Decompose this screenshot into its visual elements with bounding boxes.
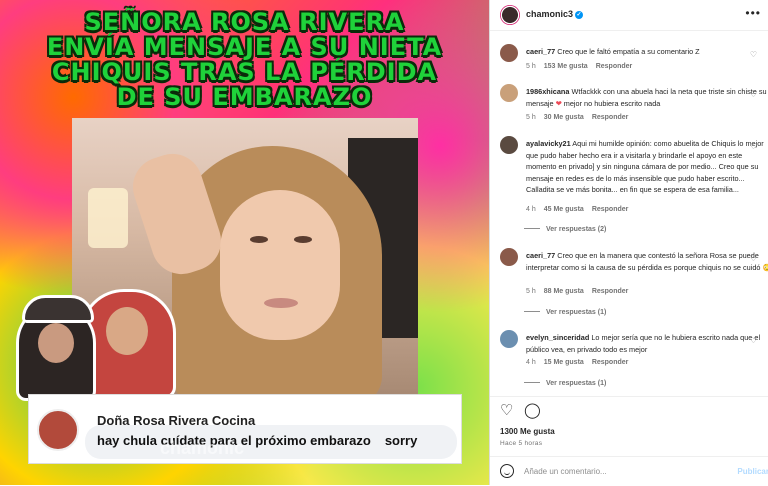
comment-time: 5 h	[526, 114, 536, 121]
avatar[interactable]	[500, 136, 518, 154]
comment-text: hay chula cuídate para el próximo embara…	[97, 433, 417, 448]
comment-time: 5 h	[526, 288, 536, 295]
more-options-icon[interactable]: •••	[745, 6, 761, 20]
reply-button[interactable]: Responder	[592, 288, 629, 295]
comment-meta: 4 h 45 Me gusta Responder	[526, 206, 636, 213]
post-comment-button[interactable]: Publicar	[737, 467, 768, 476]
comment-likes[interactable]: 45 Me gusta	[544, 206, 584, 213]
add-comment-bar: Añade un comentario... Publicar	[490, 456, 768, 486]
comment-username[interactable]: ayalavicky21	[526, 139, 571, 148]
like-comment-heart-icon[interactable]: ♡	[749, 142, 758, 151]
comment-text: mejor no hubiera escrito nada	[563, 98, 661, 108]
view-replies-button[interactable]: Ver respuestas (1)	[546, 380, 606, 387]
view-replies-button[interactable]: Ver respuestas (1)	[546, 309, 606, 316]
commenter-name: Doña Rosa Rivera Cocina	[97, 413, 256, 428]
watermark: chamonic	[160, 438, 245, 458]
comment-username[interactable]: caeri_77	[526, 47, 555, 56]
avatar[interactable]	[500, 84, 518, 102]
comment-icon[interactable]: ◯	[524, 403, 541, 419]
emoji-icon[interactable]	[500, 464, 514, 478]
avatar[interactable]	[500, 248, 518, 266]
quoted-comment-card: Doña Rosa Rivera Cocina hay chula cuídat…	[28, 394, 462, 464]
face-shape	[38, 323, 74, 363]
comment-likes[interactable]: 15 Me gusta	[544, 359, 584, 366]
avatar	[37, 409, 79, 451]
avatar[interactable]	[500, 330, 518, 348]
reply-button[interactable]: Responder	[596, 63, 633, 70]
comment-text: Creo que en la manera que contestó la se…	[526, 251, 768, 272]
view-replies-button[interactable]: Ver respuestas (2)	[546, 226, 606, 233]
comment-username[interactable]: evelyn_sinceridad	[526, 333, 589, 342]
face-shape	[106, 307, 148, 355]
red-heart-emoji: ❤	[555, 98, 562, 108]
hat-shape	[22, 295, 94, 323]
comment-input[interactable]: Añade un comentario...	[524, 467, 607, 476]
mouth-shape	[264, 298, 298, 308]
grandmother-sticker	[10, 285, 180, 401]
avatar[interactable]	[500, 5, 520, 25]
comment-time: 5 h	[526, 63, 536, 70]
comment-time: 4 h	[526, 206, 536, 213]
comment-body: ayalavicky21 Aqui mi humilde opinión: co…	[526, 138, 768, 196]
comment-likes[interactable]: 30 Me gusta	[544, 114, 584, 121]
headline-line: ENVÍA MENSAJE A SU NIETA	[46, 33, 443, 61]
comment-meta: 4 h 15 Me gusta Responder	[526, 359, 636, 366]
comment-meta: 5 h 88 Me gusta Responder	[526, 288, 636, 295]
like-comment-heart-icon[interactable]: ♡	[749, 254, 758, 263]
comments-panel: chamonic3 ✓ ••• caeri_77 Creo que le falt…	[489, 0, 768, 485]
comment-meta: 5 h 153 Me gusta Responder	[526, 63, 640, 70]
comment-username[interactable]: caeri_77	[526, 251, 555, 260]
post-headline: SEÑORA ROSA RIVERA ENVÍA MENSAJE A SU NI…	[0, 10, 489, 110]
heart-icon[interactable]: ♡	[500, 403, 513, 419]
likes-count[interactable]: 1300 Me gusta	[500, 427, 555, 436]
like-comment-heart-icon[interactable]: ♡	[749, 336, 758, 345]
reply-button[interactable]: Responder	[592, 359, 629, 366]
comment-list: caeri_77 Creo que le faltó empatía a su …	[490, 36, 768, 396]
post-time: Hace 5 horas	[500, 440, 543, 447]
headline-line: SEÑORA ROSA RIVERA	[84, 8, 405, 36]
post-image: SEÑORA ROSA RIVERA ENVÍA MENSAJE A SU NI…	[0, 0, 489, 485]
comment-username[interactable]: 1986xhicana	[526, 87, 569, 96]
like-comment-heart-icon[interactable]: ♡	[749, 90, 758, 99]
headline-line: CHIQUIS TRAS LA PÉRDIDA	[51, 58, 438, 86]
post-header: chamonic3 ✓ •••	[490, 0, 768, 31]
eye-shape	[250, 236, 268, 243]
comment-time: 4 h	[526, 359, 536, 366]
post-actions: ♡ ◯	[490, 396, 768, 425]
comment-likes[interactable]: 153 Me gusta	[544, 63, 588, 70]
avatar[interactable]	[500, 44, 518, 62]
lamp-shape	[88, 188, 128, 248]
headline-line: DE SU EMBARAZO	[116, 83, 373, 111]
comment-body: 1986xhicana Wtfackkk con una abuela haci…	[526, 86, 768, 109]
comment-body: evelyn_sinceridad Lo mejor sería que no …	[526, 332, 768, 355]
verified-badge-icon: ✓	[575, 11, 584, 19]
comment-meta: 5 h 30 Me gusta Responder	[526, 114, 636, 121]
post-username[interactable]: chamonic3 ✓	[526, 9, 584, 19]
eye-shape	[294, 236, 312, 243]
comment-likes[interactable]: 88 Me gusta	[544, 288, 584, 295]
reply-button[interactable]: Responder	[592, 114, 629, 121]
comment-body: caeri_77 Creo que en la manera que conte…	[526, 250, 768, 273]
comment-body: caeri_77 Creo que le faltó empatía a su …	[526, 46, 768, 58]
comment-text: Creo que le faltó empatía a su comentari…	[557, 47, 700, 56]
face-shape	[220, 190, 340, 340]
comment-text-extra: sorry	[384, 433, 418, 448]
reply-button[interactable]: Responder	[592, 206, 629, 213]
like-comment-heart-icon[interactable]: ♡	[749, 50, 758, 59]
